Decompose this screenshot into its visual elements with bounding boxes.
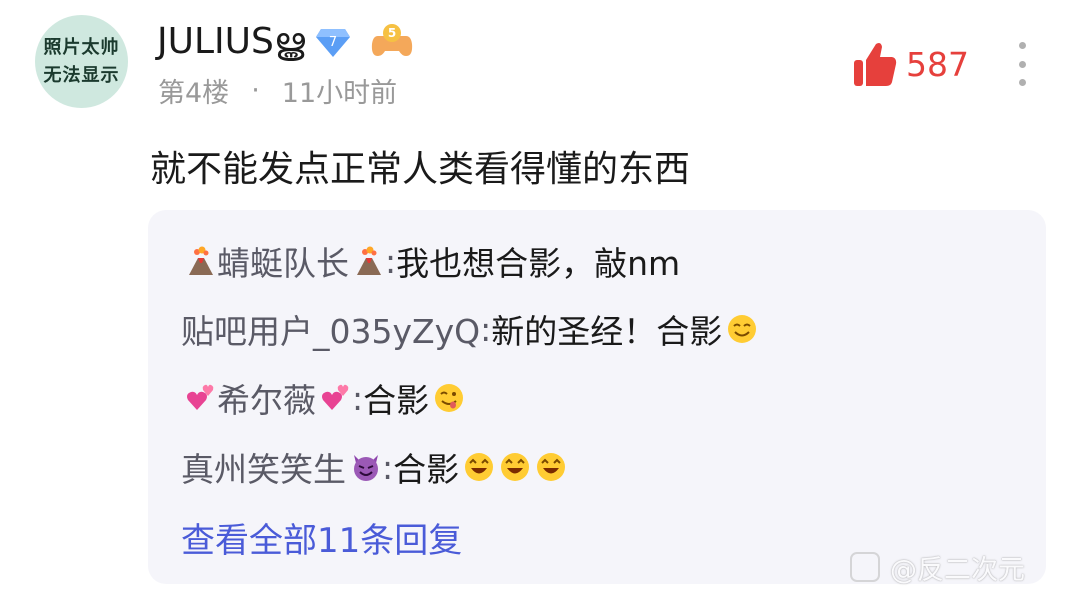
reply-author[interactable]: 蜻蜓队长 [217,237,349,285]
post-meta: 第4楼 · 11小时前 [158,72,398,109]
reply-author[interactable]: 贴吧用户_035yZyQ [181,305,480,353]
reply-author[interactable]: 真州笑笑生 [181,443,346,491]
two-hearts-icon [322,384,349,410]
post-content: 就不能发点正常人类看得懂的东西 [150,149,691,190]
reply-separator: : [352,378,364,418]
view-all-replies-link[interactable]: 查看全部11条回复 [181,512,462,562]
reply-separator: : [385,241,397,281]
reply-author[interactable]: 希尔薇 [217,374,316,422]
gamepad-level-icon[interactable]: 5 [369,22,415,62]
reply-item[interactable]: 贴吧用户_035yZyQ : 新的圣经！合影 [181,304,758,354]
reply-text: 合影 [393,450,460,489]
reply-text: 合影 [363,381,430,420]
face-savoring-food-icon [435,384,464,412]
watermark-text: @反二次元 [890,554,1025,586]
reply-item[interactable]: 真州笑笑生 : 合影 [181,442,567,492]
reply-item[interactable]: 蜻蜓队长 : 我也想合影，敲nm [181,236,680,286]
like-count: 587 [906,44,969,84]
star-struck-icon [501,453,530,481]
level-diamond-icon[interactable]: 7 [315,25,351,59]
reply-text: 新的圣经！合影 [491,312,723,351]
reply-separator: : [382,447,394,487]
like-button[interactable]: 587 [852,38,969,90]
star-struck-icon [465,453,494,481]
post-author-row: JULIUSൠ 7 5 [157,18,415,66]
volcano-icon [357,246,381,275]
reply-separator: : [480,309,492,349]
smiling-face-icon [728,315,757,343]
volcano-icon [189,246,213,275]
thumbs-up-icon [854,43,897,86]
reply-item[interactable]: 希尔薇 : 合影 [181,373,465,423]
level-number: 7 [329,35,337,50]
avatar-text-line-2: 无法显示 [43,64,120,86]
game-level-number: 5 [388,26,396,40]
more-options-icon[interactable] [1014,42,1030,86]
avatar[interactable]: 照片太帅 无法显示 [35,15,128,108]
reply-text: 我也想合影，敲nm [396,244,681,283]
two-hearts-icon [187,384,214,410]
reply-preview-panel: 蜻蜓队长 : 我也想合影，敲nm 贴吧用户_035yZyQ : 新的圣经！合影 … [148,210,1046,584]
smiling-devil-icon [354,455,378,481]
post-username[interactable]: JULIUSൠ [157,21,305,63]
star-struck-icon [537,453,566,481]
watermark: @反二次元 [850,547,1025,587]
avatar-text-line-1: 照片太帅 [43,36,120,58]
tieba-logo-icon [850,552,880,582]
meta-separator: · [251,74,260,106]
floor-label: 第4楼 [158,77,230,109]
post-time: 11小时前 [281,77,398,109]
